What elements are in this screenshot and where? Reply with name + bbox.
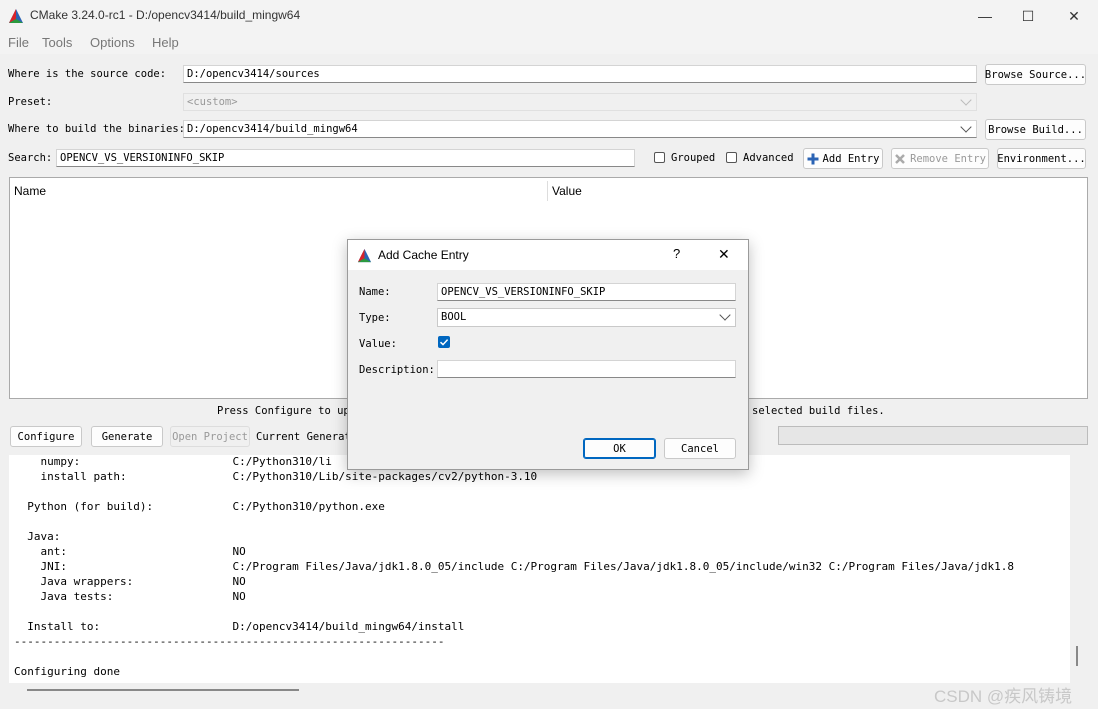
output-log[interactable]: numpy: C:/Python310/li install path: C:/…	[9, 455, 1070, 683]
watermark: CSDN @疾风铸境	[934, 687, 1073, 706]
plus-icon	[807, 153, 819, 164]
current-generator-label: Current Generat	[256, 431, 351, 443]
preset-label: Preset:	[8, 96, 53, 108]
entry-name-label: Name:	[359, 286, 391, 298]
remove-entry-label: Remove Entry	[910, 152, 986, 165]
entry-value-label: Value:	[359, 338, 397, 350]
dialog-title: Add Cache Entry	[378, 248, 469, 262]
advanced-label[interactable]: Advanced	[743, 152, 794, 164]
entry-type-select[interactable]: BOOL	[437, 308, 736, 327]
log-line: numpy: C:/Python310/li	[14, 455, 332, 468]
source-label: Where is the source code:	[8, 68, 167, 80]
open-project-button[interactable]: Open Project	[170, 426, 250, 447]
column-header-name[interactable]: Name	[14, 184, 46, 198]
entry-value-checkbox[interactable]	[438, 336, 450, 348]
add-entry-button[interactable]: Add Entry	[803, 148, 883, 169]
log-line: Python (for build): C:/Python310/python.…	[14, 500, 385, 513]
progress-bar	[778, 426, 1088, 445]
remove-entry-button[interactable]: Remove Entry	[891, 148, 989, 169]
grouped-checkbox[interactable]	[654, 152, 665, 163]
generate-button[interactable]: Generate	[91, 426, 163, 447]
dialog-close-button[interactable]: ✕	[718, 246, 730, 263]
close-button[interactable]: ✕	[1052, 0, 1096, 32]
status-text-right: selected build files.	[752, 405, 885, 417]
chevron-down-icon	[719, 309, 731, 321]
checkmark-icon	[439, 339, 449, 346]
menu-tools[interactable]: Tools	[42, 35, 72, 50]
menu-file[interactable]: File	[8, 35, 29, 50]
log-line: JNI: C:/Program Files/Java/jdk1.8.0_05/i…	[14, 560, 1015, 573]
chevron-down-icon	[960, 94, 972, 106]
log-line: install path: C:/Python310/Lib/site-pack…	[14, 470, 538, 483]
build-path-combo[interactable]: D:/opencv3414/build_mingw64	[183, 120, 977, 138]
log-line: Install to: D:/opencv3414/build_mingw64/…	[14, 620, 465, 633]
advanced-checkbox[interactable]	[726, 152, 737, 163]
browse-build-button[interactable]: Browse Build...	[985, 119, 1086, 140]
minimize-button[interactable]: —	[963, 0, 1007, 32]
entry-type-label: Type:	[359, 312, 391, 324]
add-entry-label: Add Entry	[822, 152, 880, 165]
log-line: Java wrappers: NO	[14, 575, 246, 588]
window-title: CMake 3.24.0-rc1 - D:/opencv3414/build_m…	[30, 8, 301, 22]
column-header-value[interactable]: Value	[552, 184, 582, 198]
maximize-button[interactable]: ☐	[1006, 0, 1050, 32]
configure-button[interactable]: Configure	[10, 426, 82, 447]
grouped-label[interactable]: Grouped	[671, 152, 715, 164]
menu-options[interactable]: Options	[90, 35, 135, 50]
entry-type-value: BOOL	[441, 311, 467, 323]
column-divider[interactable]	[547, 181, 548, 201]
search-input[interactable]: OPENCV_VS_VERSIONINFO_SKIP	[56, 149, 635, 167]
remove-icon	[895, 153, 905, 164]
source-path-input[interactable]: D:/opencv3414/sources	[183, 65, 977, 83]
cmake-logo-icon	[357, 248, 372, 263]
build-path-value: D:/opencv3414/build_mingw64	[187, 123, 358, 135]
entry-name-input[interactable]: OPENCV_VS_VERSIONINFO_SKIP	[437, 283, 736, 301]
status-text-left: Press Configure to upd	[217, 405, 357, 417]
preset-select[interactable]: <custom>	[183, 93, 977, 111]
vertical-scrollbar-thumb[interactable]	[1076, 646, 1078, 666]
log-line: ----------------------------------------…	[14, 635, 445, 648]
ok-button[interactable]: OK	[583, 438, 656, 459]
help-button[interactable]: ?	[673, 246, 680, 261]
menu-help[interactable]: Help	[152, 35, 179, 50]
log-line: Java tests: NO	[14, 590, 246, 603]
build-label: Where to build the binaries:	[8, 123, 186, 135]
browse-source-button[interactable]: Browse Source...	[985, 64, 1086, 85]
log-line: Java:	[14, 530, 61, 543]
add-cache-entry-dialog: Add Cache Entry ? ✕ Name: OPENCV_VS_VERS…	[347, 239, 749, 470]
search-label: Search:	[8, 152, 53, 164]
cmake-logo-icon	[9, 9, 23, 23]
entry-description-label: Description:	[359, 364, 435, 376]
horizontal-scrollbar-thumb[interactable]	[27, 689, 299, 691]
environment-button[interactable]: Environment...	[997, 148, 1086, 169]
chevron-down-icon	[960, 121, 972, 133]
entry-description-input[interactable]	[437, 360, 736, 378]
cancel-button[interactable]: Cancel	[664, 438, 736, 459]
log-line: Configuring done	[14, 665, 120, 678]
log-line: ant: NO	[14, 545, 246, 558]
preset-value: <custom>	[187, 96, 238, 108]
